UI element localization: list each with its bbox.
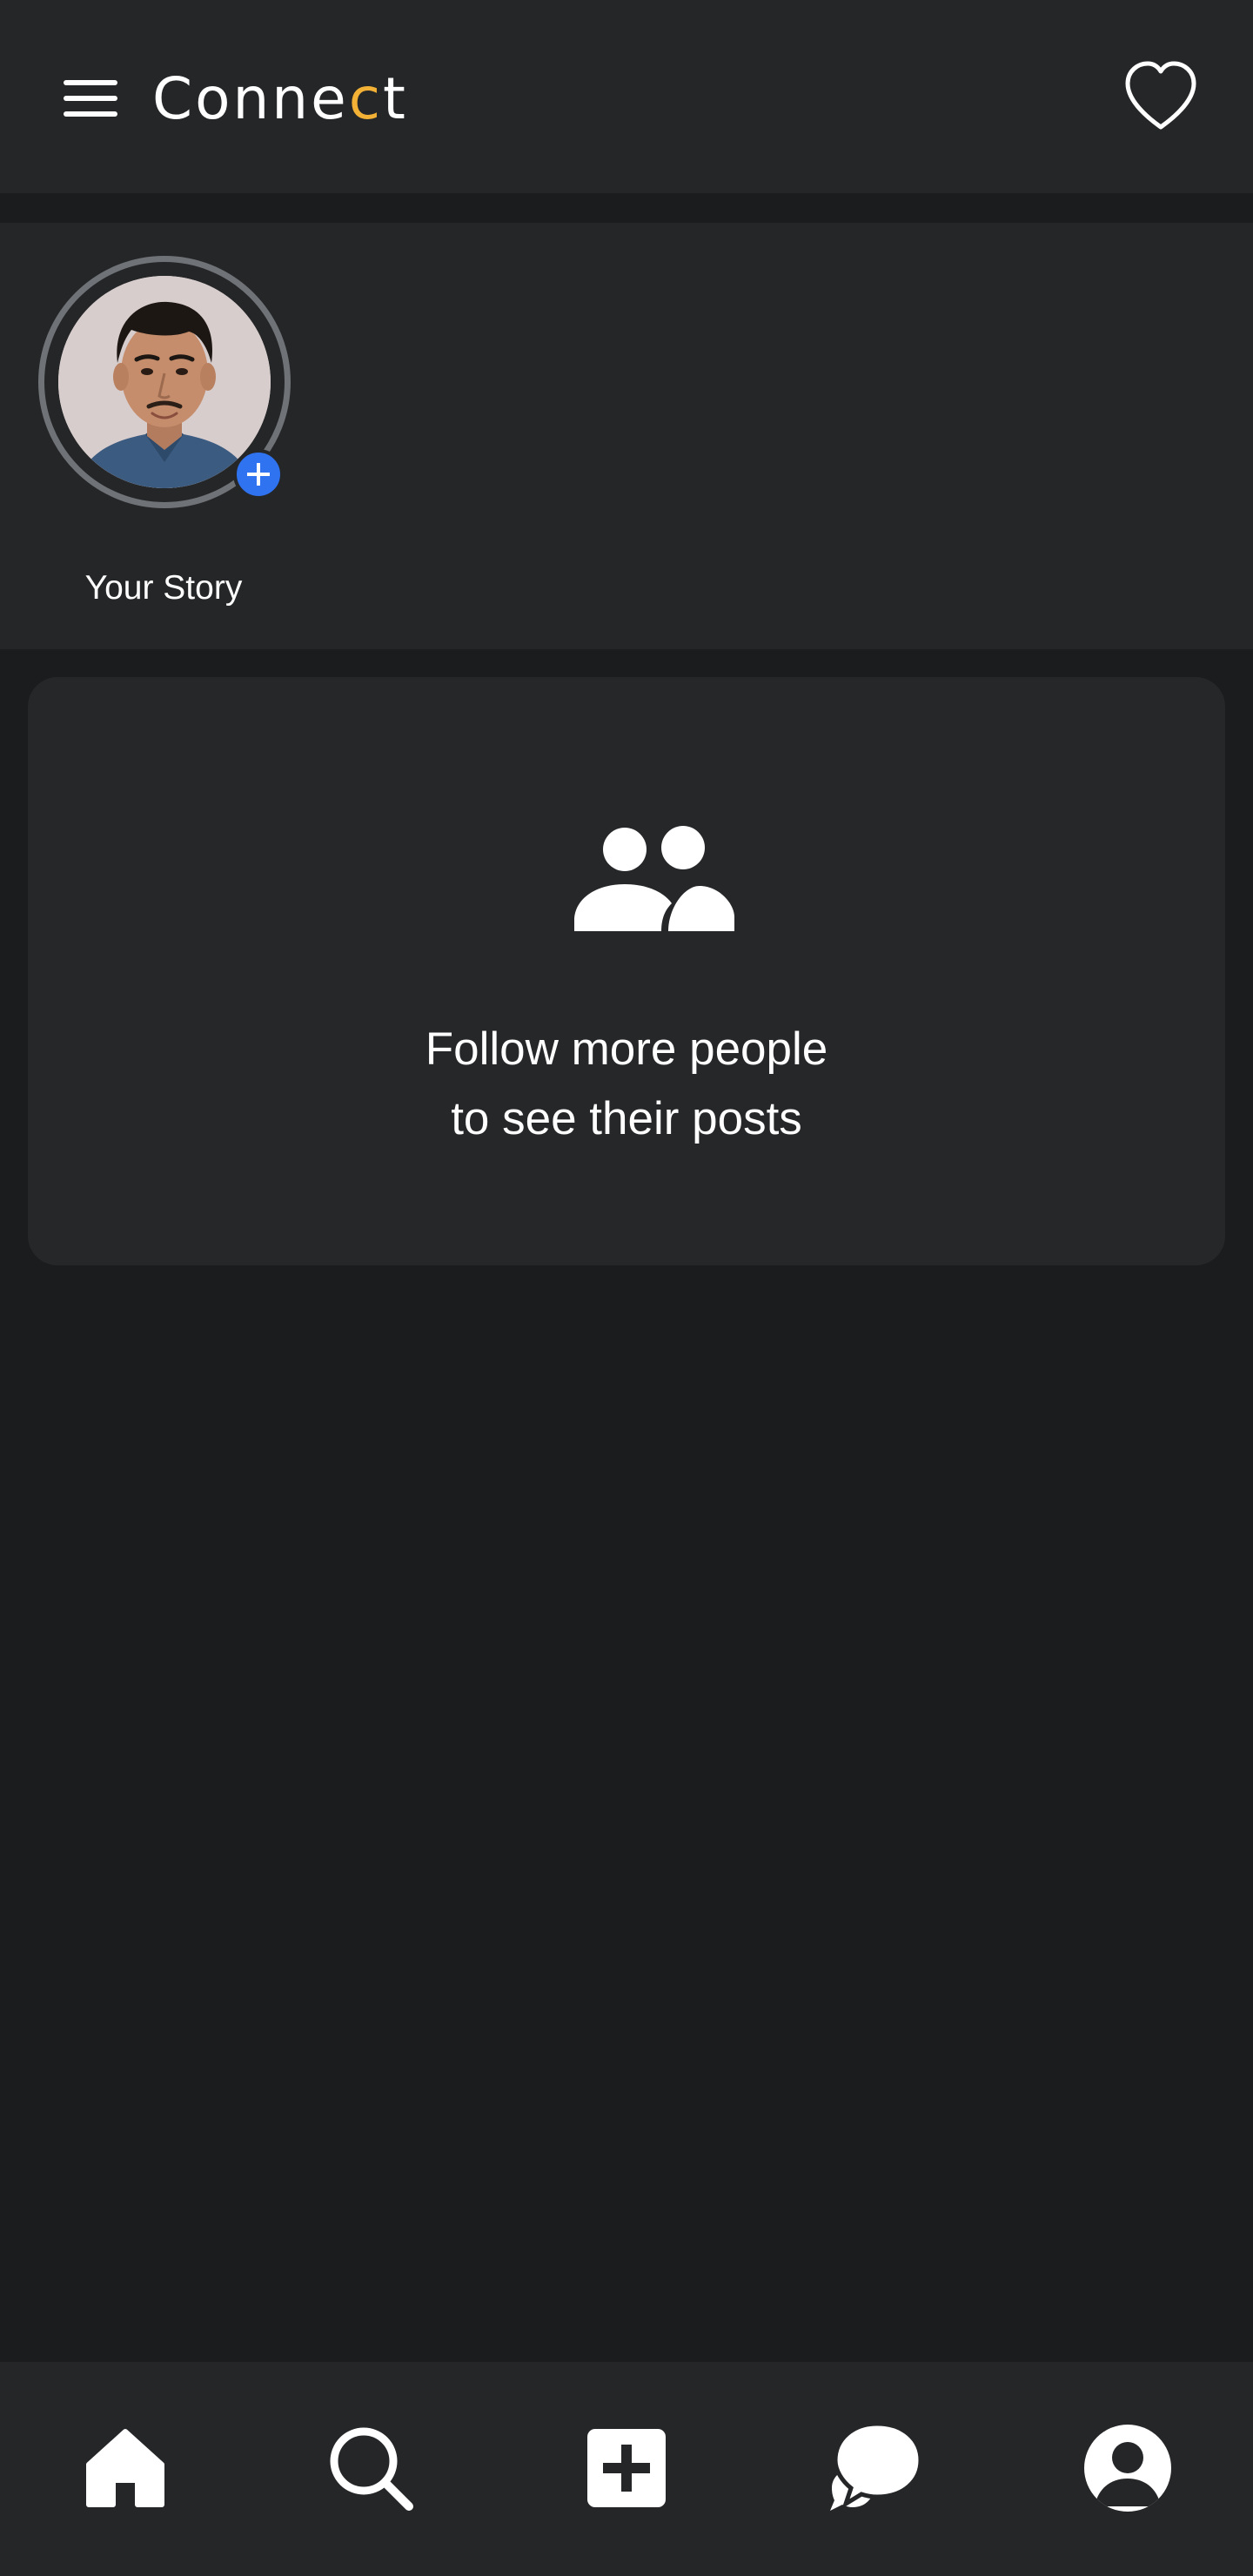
menu-icon-bar <box>64 111 117 117</box>
avatar-photo <box>58 276 271 488</box>
story-label: Your Story <box>84 569 243 607</box>
nav-add-post[interactable] <box>574 2416 679 2520</box>
nav-profile[interactable] <box>1075 2416 1180 2520</box>
empty-feed-line-1: Follow more people <box>425 1023 828 1075</box>
empty-feed-line-2: to see their posts <box>451 1093 802 1144</box>
search-icon <box>330 2427 413 2511</box>
top-app-bar: Connect <box>0 0 1253 193</box>
add-post-icon <box>587 2429 666 2507</box>
your-story[interactable]: Your Story <box>35 256 292 607</box>
add-plus-icon <box>247 463 270 486</box>
bottom-navigation <box>0 2362 1253 2576</box>
logo-text-prefix: Conne <box>152 65 349 132</box>
nav-home[interactable] <box>73 2416 178 2520</box>
menu-button[interactable] <box>54 68 127 129</box>
avatar <box>58 276 271 488</box>
menu-icon-bar <box>64 96 117 101</box>
nav-search[interactable] <box>318 2416 423 2520</box>
empty-feed-message: Follow more people to see their posts <box>28 1015 1225 1154</box>
stories-bar: Your Story <box>0 223 1253 649</box>
nav-messages[interactable] <box>823 2416 928 2520</box>
header-divider <box>0 193 1253 223</box>
logo-text-suffix: t <box>383 65 408 132</box>
logo-text-accent: c <box>348 65 384 132</box>
menu-icon-bar <box>64 80 117 85</box>
activity-button[interactable] <box>1122 59 1199 132</box>
chat-icon <box>830 2421 923 2511</box>
profile-icon <box>1084 2425 1171 2512</box>
app-root: Connect Your Story Follow more people to… <box>0 0 1253 2576</box>
app-logo: Connect <box>152 57 408 141</box>
home-icon <box>86 2429 164 2507</box>
heart-outline-icon <box>1125 61 1196 130</box>
people-group-icon <box>574 826 734 931</box>
empty-feed-card: Follow more people to see their posts <box>28 677 1225 1265</box>
add-story-badge[interactable] <box>233 449 284 500</box>
